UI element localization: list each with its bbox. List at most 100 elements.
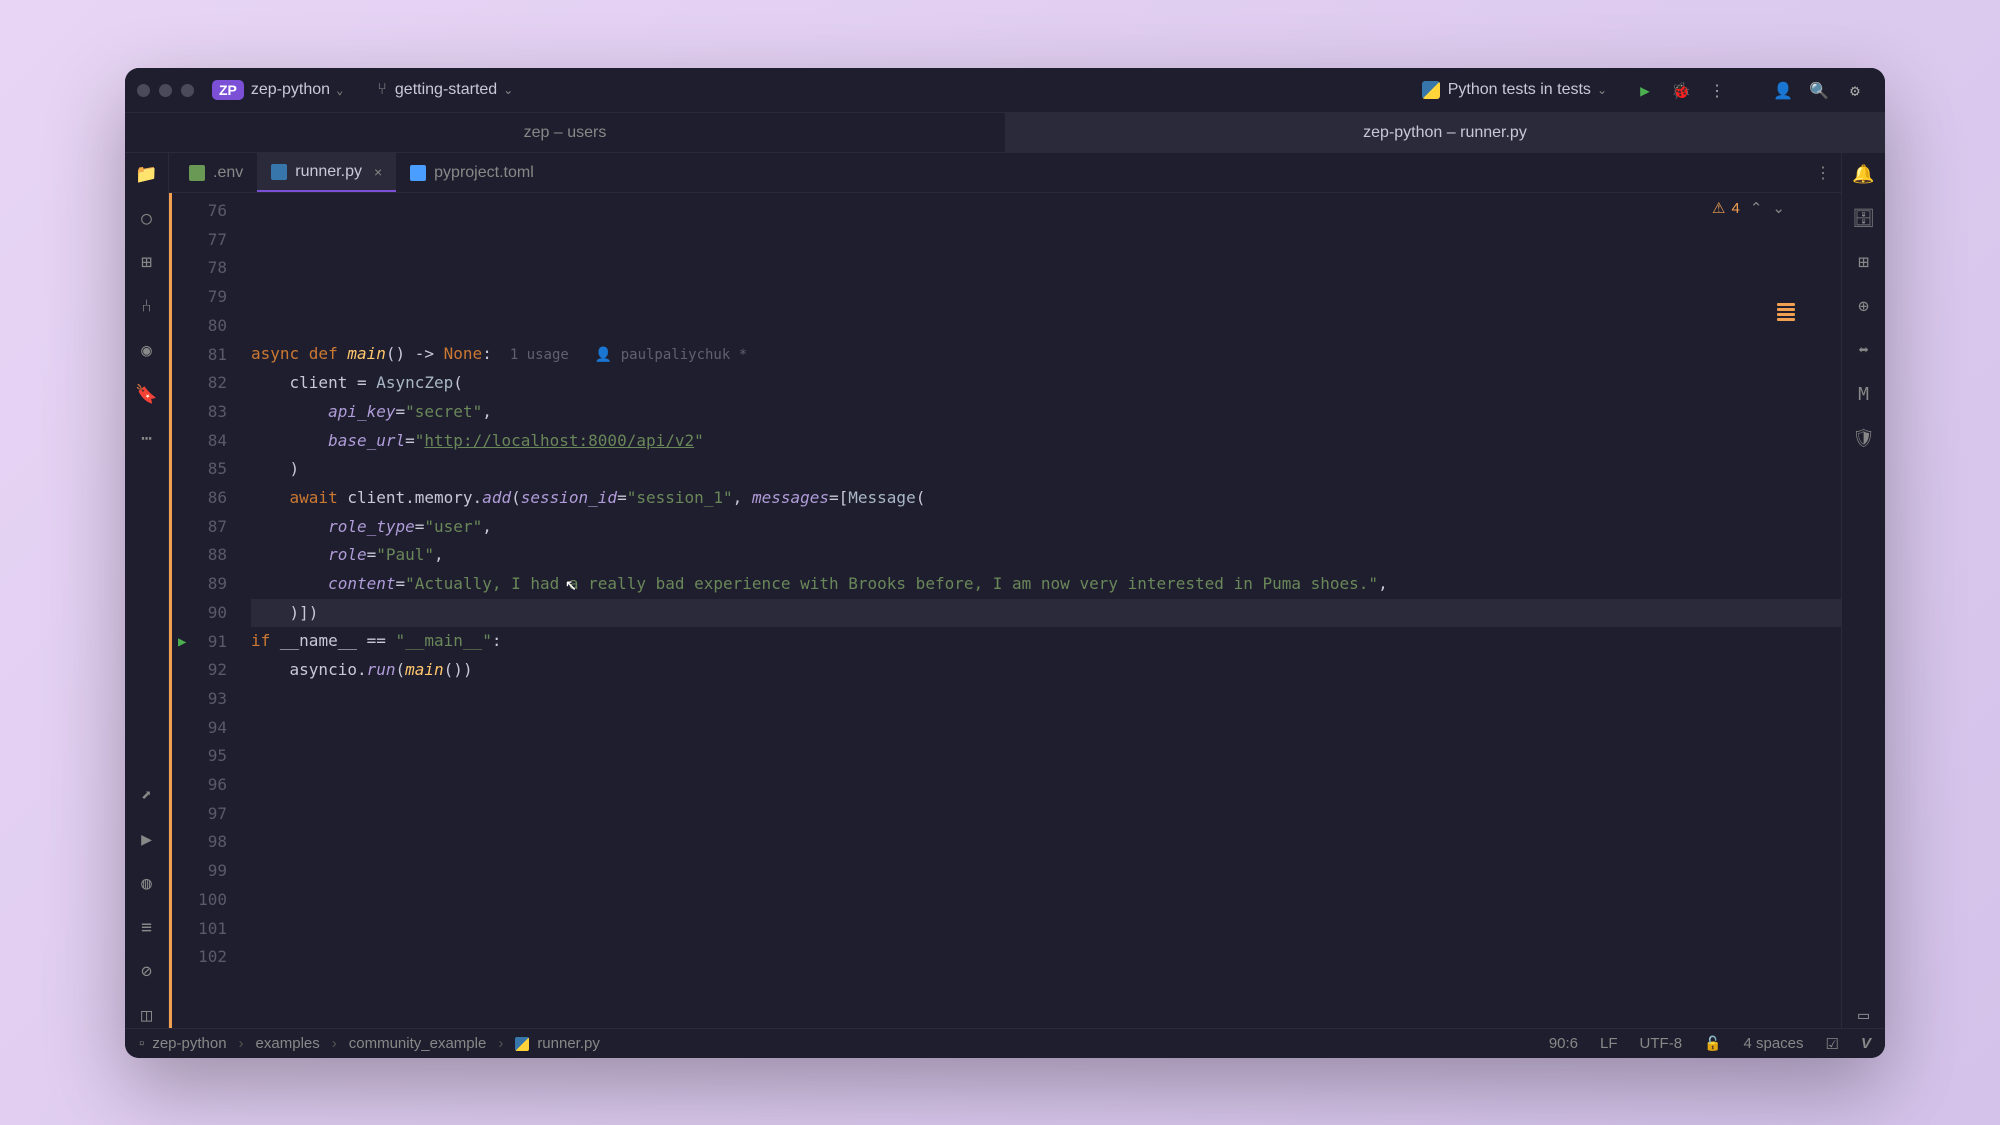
endpoints-icon[interactable]: ⊕ bbox=[1851, 293, 1877, 319]
line-separator[interactable]: LF bbox=[1600, 1035, 1618, 1052]
python-console-icon[interactable]: ◍ bbox=[134, 870, 160, 896]
code-editor[interactable]: ⚠ 4 ⌃ ⌄ 76 77 78 79 80 81 82 83 bbox=[169, 193, 1841, 1028]
chevron-down-icon: ⌄ bbox=[336, 83, 343, 97]
line-number: 78 bbox=[172, 254, 227, 283]
file-tab-env[interactable]: .env bbox=[175, 153, 257, 192]
vcs-branch[interactable]: ⑂ getting-started ⌄ bbox=[377, 81, 519, 99]
project-name[interactable]: zep-python bbox=[251, 81, 330, 99]
collapse-icon[interactable]: ⬌ bbox=[1851, 337, 1877, 363]
line-number: 84 bbox=[172, 427, 227, 456]
usage-inlay[interactable]: 1 usage bbox=[510, 347, 569, 363]
line-number: 100 bbox=[172, 886, 227, 915]
code-with-me-icon[interactable]: 👤 bbox=[1769, 76, 1797, 104]
maximize-window-dot[interactable] bbox=[181, 84, 194, 97]
pull-requests-icon[interactable]: ⑃ bbox=[134, 293, 160, 319]
traffic-lights bbox=[137, 84, 194, 97]
line-number: 91 bbox=[208, 632, 227, 651]
close-window-dot[interactable] bbox=[137, 84, 150, 97]
search-icon[interactable]: 🔍 bbox=[1805, 76, 1833, 104]
terminal-toggle-icon[interactable]: ▭ bbox=[1851, 1002, 1877, 1028]
chevron-down-icon: ⌄ bbox=[1597, 83, 1607, 97]
layers-icon[interactable]: ≡ bbox=[134, 914, 160, 940]
chevron-right-icon: › bbox=[332, 1035, 337, 1052]
chevron-right-icon: › bbox=[498, 1035, 503, 1052]
run-config-label: Python tests in tests bbox=[1448, 81, 1591, 99]
branch-name: getting-started bbox=[395, 81, 497, 99]
run-configuration[interactable]: Python tests in tests ⌄ bbox=[1422, 81, 1613, 99]
file-tab-label: runner.py bbox=[295, 163, 362, 181]
titlebar: ZP zep-python ⌄ ⑂ getting-started ⌄ Pyth… bbox=[125, 68, 1885, 113]
line-number: 98 bbox=[172, 828, 227, 857]
profiler-icon[interactable]: ◉ bbox=[134, 337, 160, 363]
ai-assistant-icon[interactable]: ⊞ bbox=[1851, 249, 1877, 275]
memory-icon[interactable]: V bbox=[1861, 1035, 1871, 1052]
tab-menu-icon[interactable]: ⋮ bbox=[1815, 163, 1831, 182]
line-number: 96 bbox=[172, 771, 227, 800]
python-file-icon bbox=[271, 164, 287, 180]
close-tab-icon[interactable]: × bbox=[374, 164, 382, 180]
problems-icon[interactable]: ⊘ bbox=[134, 958, 160, 984]
file-tab-pyproject[interactable]: pyproject.toml bbox=[396, 153, 548, 192]
crumb-item[interactable]: community_example bbox=[349, 1035, 487, 1052]
project-badge[interactable]: ZP bbox=[212, 80, 244, 100]
status-bar: ▫ zep-python › examples › community_exam… bbox=[125, 1028, 1885, 1058]
line-number: 85 bbox=[172, 455, 227, 484]
breadcrumb[interactable]: ▫ zep-python › examples › community_exam… bbox=[139, 1035, 600, 1052]
database-icon[interactable]: 🗄 bbox=[1851, 205, 1877, 231]
bookmarks-icon[interactable]: 🔖 bbox=[134, 381, 160, 407]
minimize-window-dot[interactable] bbox=[159, 84, 172, 97]
project-icon[interactable]: 📁 bbox=[134, 161, 160, 187]
file-tab-label: pyproject.toml bbox=[434, 164, 534, 182]
debug-button[interactable]: 🐞 bbox=[1667, 76, 1695, 104]
cursor-position[interactable]: 90:6 bbox=[1549, 1035, 1578, 1052]
line-number: 80 bbox=[172, 312, 227, 341]
shield-icon[interactable]: 🛡 bbox=[1851, 425, 1877, 451]
commit-icon[interactable]: ○ bbox=[134, 205, 160, 231]
python-icon bbox=[1422, 81, 1440, 99]
toml-file-icon bbox=[410, 165, 426, 181]
line-number: 77 bbox=[172, 226, 227, 255]
line-number: 82 bbox=[172, 369, 227, 398]
run-button[interactable]: ▶ bbox=[1631, 76, 1659, 104]
more-tools-icon[interactable]: ⋯ bbox=[134, 425, 160, 451]
terminal-tab-left[interactable]: zep – users bbox=[125, 113, 1005, 152]
settings-icon[interactable]: ⚙ bbox=[1841, 76, 1869, 104]
terminal-icon[interactable]: ◫ bbox=[134, 1002, 160, 1028]
readonly-icon[interactable]: 🔓 bbox=[1704, 1035, 1721, 1052]
crumb-item[interactable]: examples bbox=[256, 1035, 320, 1052]
author-inlay[interactable]: 👤 paulpaliychuk * bbox=[595, 347, 747, 363]
file-tabs: .env runner.py × pyproject.toml ⋮ bbox=[169, 153, 1841, 193]
line-number: 90 bbox=[172, 599, 227, 628]
line-number: 93 bbox=[172, 685, 227, 714]
notifications-icon[interactable]: 🔔 bbox=[1851, 161, 1877, 187]
line-number: 102 bbox=[172, 943, 227, 972]
crumb-file[interactable]: runner.py bbox=[537, 1035, 600, 1052]
file-tab-runner[interactable]: runner.py × bbox=[257, 153, 396, 192]
indent-setting[interactable]: 4 spaces bbox=[1743, 1035, 1803, 1052]
left-tool-rail: 📁 ○ ⊞ ⑃ ◉ 🔖 ⋯ ⬈ ▶ ◍ ≡ ⊘ ◫ bbox=[125, 153, 169, 1028]
line-number: 101 bbox=[172, 915, 227, 944]
env-file-icon bbox=[189, 165, 205, 181]
line-gutter: 76 77 78 79 80 81 82 83 84 85 86 87 88 8… bbox=[169, 193, 241, 1028]
line-number: 89 bbox=[172, 570, 227, 599]
run-gutter-icon[interactable]: ▶ bbox=[178, 628, 186, 657]
main-area: 📁 ○ ⊞ ⑃ ◉ 🔖 ⋯ ⬈ ▶ ◍ ≡ ⊘ ◫ .env r bbox=[125, 153, 1885, 1028]
code-content[interactable]: async def main() -> None:1 usage👤 paulpa… bbox=[241, 193, 1841, 1028]
terminal-tab-right[interactable]: zep-python – runner.py bbox=[1005, 113, 1885, 152]
share-icon[interactable]: ⬈ bbox=[134, 782, 160, 808]
line-number: 92 bbox=[172, 656, 227, 685]
inspection-icon[interactable]: ☑ bbox=[1826, 1035, 1839, 1053]
more-actions-icon[interactable]: ⋮ bbox=[1703, 76, 1731, 104]
makefile-icon[interactable]: M bbox=[1851, 381, 1877, 407]
ide-window: ZP zep-python ⌄ ⑂ getting-started ⌄ Pyth… bbox=[125, 68, 1885, 1058]
chevron-down-icon: ⌄ bbox=[503, 83, 513, 97]
line-number: 97 bbox=[172, 800, 227, 829]
chevron-right-icon: › bbox=[239, 1035, 244, 1052]
structure-icon[interactable]: ⊞ bbox=[134, 249, 160, 275]
services-icon[interactable]: ▶ bbox=[134, 826, 160, 852]
encoding[interactable]: UTF-8 bbox=[1640, 1035, 1683, 1052]
line-number: 94 bbox=[172, 714, 227, 743]
line-number: 81 bbox=[172, 341, 227, 370]
crumb-root[interactable]: zep-python bbox=[152, 1035, 226, 1052]
folder-icon: ▫ bbox=[139, 1035, 144, 1052]
